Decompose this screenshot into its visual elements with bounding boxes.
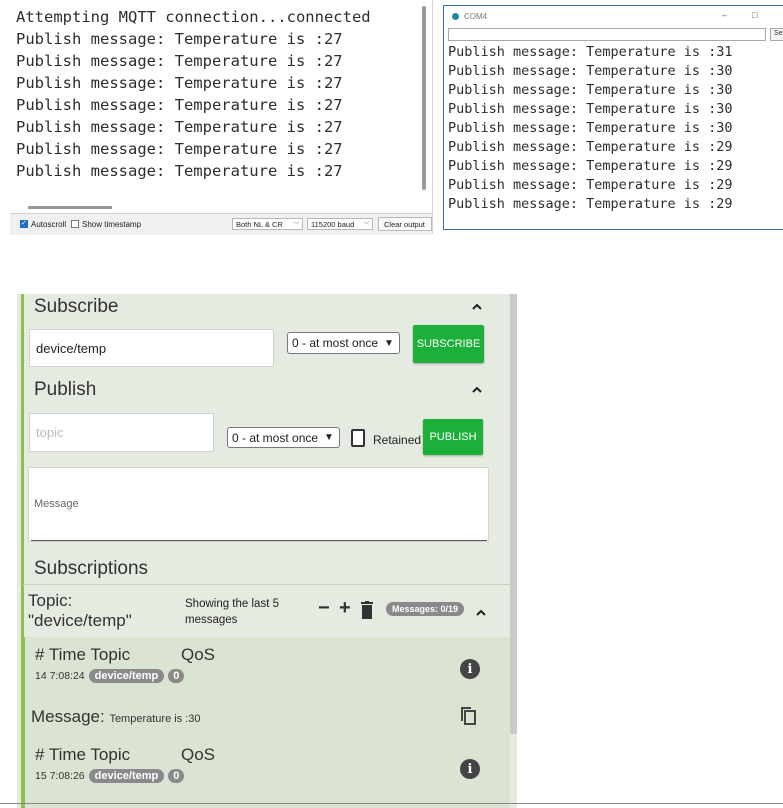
chevron-down-icon: ⌵ bbox=[363, 219, 369, 226]
chevron-up-icon[interactable] bbox=[470, 383, 484, 397]
serial-line: Publish message: Temperature is :31 bbox=[448, 44, 733, 60]
message-header: # Time Topic QoS bbox=[35, 745, 215, 765]
plus-icon[interactable]: + bbox=[339, 597, 351, 620]
topic-pill: device/temp bbox=[88, 769, 165, 783]
copy-icon[interactable] bbox=[459, 705, 477, 725]
subscribe-qos-select[interactable]: 0 - at most once ▼ bbox=[287, 332, 400, 354]
message-time: 15 7:08:26 bbox=[35, 770, 85, 782]
chevron-up-icon[interactable] bbox=[474, 606, 488, 620]
serial-line: Publish message: Temperature is :29 bbox=[448, 139, 733, 155]
serial-line: Publish message: Temperature is :27 bbox=[16, 140, 343, 158]
subscriptions-title: Subscriptions bbox=[34, 558, 149, 579]
message-card: # Time Topic QoS 15 7:08:26 device/temp … bbox=[22, 737, 510, 808]
line-ending-value: Both NL & CR bbox=[236, 220, 283, 229]
send-input[interactable] bbox=[448, 28, 766, 41]
serial-line: Publish message: Temperature is :27 bbox=[16, 52, 343, 70]
serial-line: Publish message: Temperature is :29 bbox=[448, 196, 733, 212]
serial-output-1: Attempting MQTT connection...connected P… bbox=[16, 6, 371, 182]
messages-count-badge: Messages: 0/19 bbox=[386, 602, 465, 616]
vertical-scrollbar[interactable] bbox=[422, 6, 426, 190]
info-icon[interactable]: i bbox=[460, 659, 480, 679]
chevron-down-icon: ▼ bbox=[324, 432, 334, 443]
message-payload: Temperature is :30 bbox=[109, 713, 201, 725]
baud-value: 115200 baud bbox=[311, 220, 355, 229]
send-button[interactable]: Se bbox=[770, 28, 783, 41]
serial-line: Publish message: Temperature is :27 bbox=[16, 30, 343, 48]
message-meta: 14 7:08:24 device/temp 0 bbox=[35, 669, 185, 683]
message-label: Message: bbox=[31, 707, 105, 726]
message-card: # Time Topic QoS 14 7:08:24 device/temp … bbox=[22, 637, 510, 743]
qos-pill: 0 bbox=[168, 769, 185, 783]
serial-line: Attempting MQTT connection...connected bbox=[16, 8, 371, 26]
serial-line: Publish message: Temperature is :27 bbox=[16, 96, 343, 114]
info-icon[interactable]: i bbox=[460, 759, 480, 779]
header-qos: QoS bbox=[181, 745, 216, 764]
serial-line: Publish message: Temperature is :29 bbox=[448, 177, 733, 193]
retained-checkbox[interactable] bbox=[351, 429, 365, 447]
header-qos: QoS bbox=[181, 645, 216, 664]
publish-title: Publish bbox=[34, 379, 97, 400]
chevron-down-icon: ⌵ bbox=[293, 219, 299, 226]
serial-line: Publish message: Temperature is :30 bbox=[448, 120, 733, 136]
subscribe-topic-input[interactable]: device/temp bbox=[29, 329, 274, 367]
chevron-down-icon: ▼ bbox=[384, 337, 394, 349]
chevron-up-icon[interactable] bbox=[470, 300, 484, 314]
subscribe-title: Subscribe bbox=[34, 296, 119, 317]
bottom-divider bbox=[0, 803, 783, 804]
serial-line: Publish message: Temperature is :30 bbox=[448, 63, 733, 79]
message-time: 14 7:08:24 bbox=[35, 670, 85, 682]
publish-qos-select[interactable]: 0 - at most once ▼ bbox=[227, 427, 340, 448]
clear-output-button[interactable]: Clear output bbox=[378, 217, 432, 231]
autoscroll-label: Autoscroll bbox=[31, 220, 67, 229]
serial-output-2: Publish message: Temperature is :32 Publ… bbox=[448, 25, 733, 214]
bottom-mask bbox=[444, 226, 783, 229]
serial-line: Publish message: Temperature is :27 bbox=[16, 162, 343, 180]
showing-last-text: Showing the last 5 messages bbox=[185, 598, 279, 626]
window-titlebar[interactable]: COM4 – □ bbox=[444, 6, 783, 28]
serial-line: Publish message: Temperature is :27 bbox=[16, 118, 343, 136]
message-header: # Time Topic QoS bbox=[35, 645, 215, 665]
minimize-icon[interactable]: – bbox=[722, 10, 727, 20]
subscribe-qos-value: 0 - at most once bbox=[292, 336, 379, 350]
maximize-icon[interactable]: □ bbox=[752, 10, 757, 20]
publish-topic-input[interactable]: topic bbox=[29, 413, 214, 452]
autoscroll-checkbox[interactable] bbox=[20, 219, 28, 228]
titlebar-area: COM4 – □ Se bbox=[444, 6, 783, 42]
panel-scrollbar[interactable] bbox=[510, 294, 517, 734]
serial-monitor-1: Attempting MQTT connection...connected P… bbox=[10, 0, 433, 235]
topic-pill: device/temp bbox=[88, 669, 165, 683]
subscription-topic-label: Topic: bbox=[28, 591, 73, 610]
retained-label: Retained bbox=[373, 433, 422, 447]
publish-qos-value: 0 - at most once bbox=[232, 430, 319, 445]
serial-line: Publish message: Temperature is :30 bbox=[448, 82, 733, 98]
show-timestamp-checkbox[interactable] bbox=[71, 220, 79, 228]
serial-monitor-com4: Publish message: Temperature is :32 Publ… bbox=[443, 5, 783, 230]
horizontal-scrollbar[interactable] bbox=[28, 206, 112, 209]
header-columns: # Time Topic bbox=[35, 745, 131, 764]
subscription-topic-name: "device/temp" bbox=[28, 611, 132, 630]
textarea-underline bbox=[31, 540, 487, 541]
minus-icon[interactable]: − bbox=[318, 597, 330, 620]
trash-icon[interactable] bbox=[360, 601, 374, 619]
serial-toolbar: Autoscroll Show timestamp Both NL & CR ⌵… bbox=[10, 213, 432, 235]
header-columns: # Time Topic bbox=[35, 645, 131, 664]
show-timestamp-label: Show timestamp bbox=[82, 220, 142, 229]
app-icon bbox=[452, 13, 459, 20]
message-textarea[interactable]: Message bbox=[28, 467, 489, 542]
message-line: Message: Temperature is :30 bbox=[31, 707, 201, 727]
message-placeholder: Message bbox=[34, 498, 79, 510]
serial-line: Publish message: Temperature is :27 bbox=[16, 74, 343, 92]
publish-button[interactable]: PUBLISH bbox=[423, 419, 483, 455]
subscribe-button[interactable]: SUBSCRIBE bbox=[413, 325, 484, 363]
line-ending-select[interactable]: Both NL & CR ⌵ bbox=[232, 218, 303, 230]
window-title: COM4 bbox=[464, 12, 488, 21]
qos-pill: 0 bbox=[168, 669, 185, 683]
section-divider bbox=[23, 584, 510, 585]
mqtt-client-panel: Subscribe device/temp 0 - at most once ▼ … bbox=[17, 294, 517, 808]
baud-select[interactable]: 115200 baud ⌵ bbox=[307, 218, 373, 230]
serial-line: Publish message: Temperature is :29 bbox=[448, 158, 733, 174]
serial-line: Publish message: Temperature is :30 bbox=[448, 101, 733, 117]
message-meta: 15 7:08:26 device/temp 0 bbox=[35, 769, 185, 783]
